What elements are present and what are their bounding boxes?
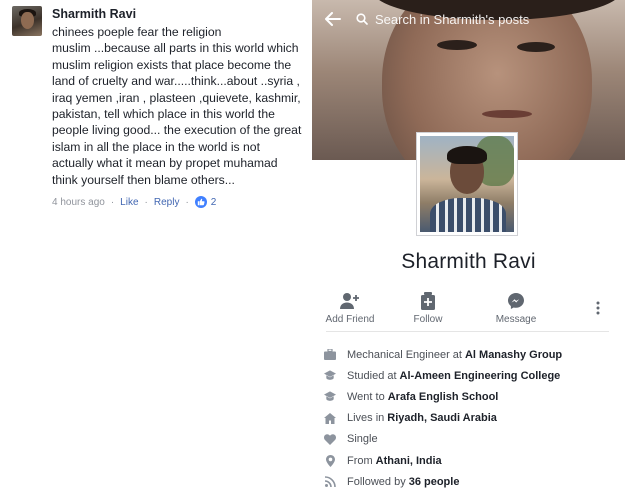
intro-value[interactable]: Arafa English School bbox=[388, 391, 499, 403]
location-pin-icon bbox=[324, 454, 336, 467]
message-label: Message bbox=[495, 314, 537, 325]
separator-dot: · bbox=[185, 196, 189, 208]
intro-row-lives[interactable]: Lives in Riyadh, Saudi Arabia bbox=[324, 408, 624, 429]
comment-time: 4 hours ago bbox=[52, 196, 105, 208]
search-placeholder: Search in Sharmith's posts bbox=[375, 11, 530, 27]
like-link[interactable]: Like bbox=[120, 197, 138, 208]
intro-value[interactable]: Athani, India bbox=[376, 455, 442, 467]
profile-page: Search in Sharmith's posts Sharmith Ravi… bbox=[312, 0, 625, 495]
intro-row-from[interactable]: From Athani, India bbox=[324, 450, 624, 471]
rss-icon bbox=[324, 476, 336, 488]
back-arrow-icon[interactable] bbox=[318, 4, 348, 34]
graduation-cap-icon bbox=[324, 391, 336, 403]
follow-label: Follow bbox=[413, 314, 443, 325]
separator-dot: · bbox=[144, 196, 148, 208]
follow-button[interactable]: Follow bbox=[398, 291, 458, 325]
intro-row-work[interactable]: Mechanical Engineer at Al Manashy Group bbox=[324, 344, 624, 365]
intro-value[interactable]: Al-Ameen Engineering College bbox=[400, 370, 561, 382]
add-friend-button[interactable]: Add Friend bbox=[320, 291, 380, 325]
add-friend-label: Add Friend bbox=[325, 314, 375, 325]
top-bar: Search in Sharmith's posts bbox=[312, 0, 625, 38]
profile-actions: Add Friend Follow Message bbox=[326, 287, 609, 332]
intro-value[interactable]: 36 people bbox=[409, 476, 460, 488]
more-options-icon[interactable] bbox=[588, 297, 608, 319]
follow-icon bbox=[398, 291, 458, 311]
comment-text: chinees poeple fear the religion muslim … bbox=[52, 25, 302, 187]
message-button[interactable]: Message bbox=[486, 291, 546, 325]
intro-row-relationship[interactable]: Single bbox=[324, 429, 624, 450]
intro-list: Mechanical Engineer at Al Manashy Group S… bbox=[324, 344, 624, 492]
intro-prefix: Followed by bbox=[347, 475, 406, 488]
like-reaction-icon[interactable] bbox=[194, 196, 207, 209]
intro-prefix: Mechanical Engineer at bbox=[347, 348, 462, 361]
comment-body: Sharmith Ravi chinees poeple fear the re… bbox=[52, 6, 314, 209]
briefcase-icon bbox=[324, 349, 336, 361]
comment-author[interactable]: Sharmith Ravi bbox=[52, 6, 314, 22]
intro-prefix: Single bbox=[347, 433, 378, 446]
comment-avatar[interactable] bbox=[12, 6, 42, 36]
separator-dot: · bbox=[110, 196, 115, 208]
home-icon bbox=[324, 412, 336, 424]
profile-name: Sharmith Ravi bbox=[401, 250, 536, 273]
comment-meta: 4 hours ago · Like · Reply · 2 bbox=[52, 196, 314, 209]
heart-icon bbox=[324, 433, 336, 445]
graduation-cap-icon bbox=[324, 370, 336, 382]
intro-row-followers[interactable]: Followed by 36 people bbox=[324, 471, 624, 492]
search-input[interactable]: Search in Sharmith's posts bbox=[356, 12, 529, 27]
search-icon bbox=[356, 13, 368, 25]
intro-prefix: Lives in bbox=[347, 412, 385, 425]
intro-value[interactable]: Al Manashy Group bbox=[465, 349, 562, 361]
reply-link[interactable]: Reply bbox=[154, 197, 180, 208]
add-friend-icon bbox=[320, 291, 380, 311]
intro-value[interactable]: Riyadh, Saudi Arabia bbox=[387, 412, 497, 424]
intro-row-college[interactable]: Studied at Al-Ameen Engineering College bbox=[324, 365, 624, 386]
intro-row-school[interactable]: Went to Arafa English School bbox=[324, 386, 624, 407]
intro-prefix: Went to bbox=[347, 390, 385, 403]
profile-picture[interactable] bbox=[416, 132, 518, 236]
reaction-count[interactable]: 2 bbox=[211, 197, 217, 208]
intro-prefix: Studied at bbox=[347, 369, 397, 382]
messenger-icon bbox=[486, 291, 546, 311]
intro-prefix: From bbox=[347, 454, 373, 467]
